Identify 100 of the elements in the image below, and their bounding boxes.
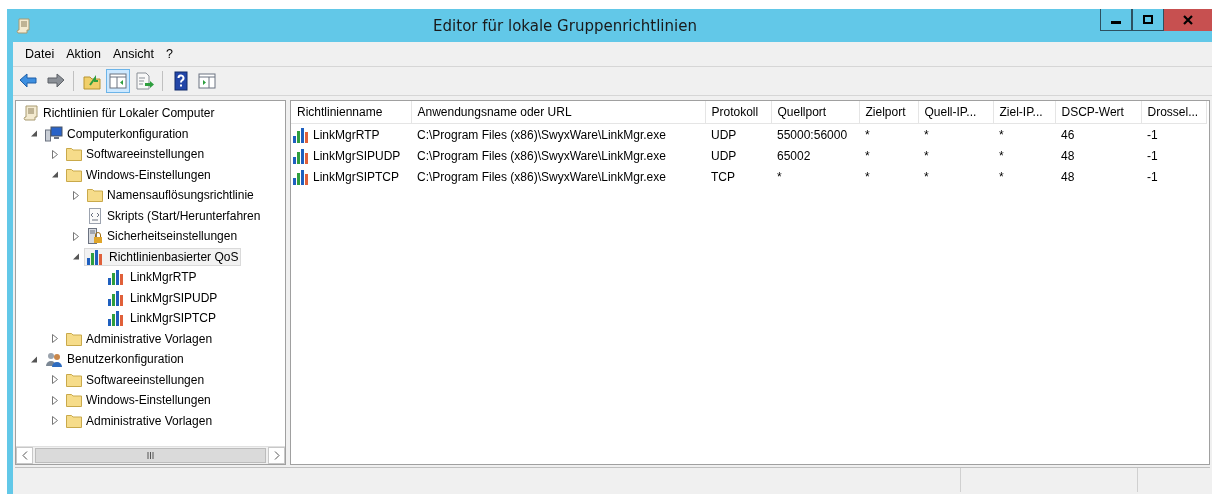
table-cell-text: C:\Program Files (x86)\SwyxWare\LinkMgr.exe [416, 168, 667, 186]
table-cell-text: * [998, 147, 1005, 165]
table-cell-text: TCP [710, 168, 736, 186]
table-cell: LinkMgrSIPTCP [313, 169, 400, 184]
users-icon [45, 351, 63, 368]
menu-item[interactable]: Ansicht [106, 45, 160, 63]
column-header[interactable]: Ziel-IP... [993, 101, 1055, 124]
folder-icon [66, 147, 82, 162]
folder-icon [66, 393, 82, 408]
collapsed-arrow-icon[interactable] [52, 416, 58, 426]
action-pane-icon [196, 70, 218, 92]
server-lock-icon [87, 228, 103, 245]
expanded-arrow-icon[interactable] [51, 171, 59, 179]
column-header[interactable]: Drossel... [1141, 101, 1206, 124]
column-header[interactable]: Quell-IP... [918, 101, 993, 124]
table-cell-text: -1 [1146, 147, 1159, 165]
table-cell-text: * [923, 147, 930, 165]
column-header[interactable]: Zielport [859, 101, 918, 124]
scrollbar-thumb[interactable] [35, 448, 266, 463]
table-cell-text: UDP [710, 147, 738, 165]
folder-icon [66, 413, 82, 428]
column-header[interactable]: Quellport [771, 101, 859, 124]
scroll-icon [16, 17, 30, 34]
tree-item[interactable]: Softwareeinstellungen [63, 145, 208, 164]
table-cell: UDP [705, 123, 771, 145]
export-list-icon [133, 70, 155, 92]
table-cell: * [918, 123, 993, 145]
close-icon [1183, 14, 1193, 25]
tree-item[interactable]: Richtlinien für Lokaler Computer [20, 104, 218, 123]
folder-icon [66, 372, 82, 387]
table-cell-text: * [864, 168, 871, 186]
computer-icon [45, 125, 63, 142]
table-cell: -1 [1141, 123, 1206, 145]
expanded-arrow-icon[interactable] [30, 130, 38, 138]
tree-item[interactable]: Administrative Vorlagen [63, 329, 216, 348]
window-title: Editor für lokale Gruppenrichtlinien [432, 16, 698, 35]
minimize-icon [1111, 21, 1121, 24]
bar-chart-icon [87, 248, 105, 265]
table-cell: 55000:56000 [771, 123, 859, 145]
chevron-left-icon [21, 451, 28, 460]
tree-item[interactable]: Computerkonfiguration [42, 124, 192, 143]
folder-icon [66, 331, 82, 346]
menu-item[interactable]: Datei [19, 45, 61, 63]
tree-item[interactable]: Softwareeinstellungen [63, 370, 208, 389]
tree-item[interactable]: Namensauflösungsrichtlinie [84, 186, 257, 205]
tree-item[interactable]: LinkMgrSIPTCP [105, 309, 220, 328]
column-header[interactable]: Richtlinienname [291, 101, 411, 124]
column-header[interactable]: DSCP-Wert [1055, 101, 1141, 124]
grip-icon [147, 452, 154, 459]
tree-item[interactable]: Windows-Einstellungen [63, 391, 214, 410]
table-cell-text: 48 [1060, 147, 1076, 165]
table-cell: * [859, 123, 918, 145]
table-cell-text: * [998, 168, 1005, 186]
pane-toggle-icon [107, 70, 129, 92]
expanded-arrow-icon[interactable] [30, 355, 38, 363]
scroll-left-button[interactable] [16, 447, 33, 464]
close-button[interactable] [1164, 9, 1212, 31]
folder-icon [87, 188, 103, 203]
menu-item[interactable]: Aktion [60, 45, 107, 63]
tree-item[interactable]: Benutzerkonfiguration [42, 350, 187, 369]
table-cell: LinkMgrSIPUDP [313, 148, 401, 163]
table-cell-text: C:\Program Files (x86)\SwyxWare\LinkMgr.exe [416, 147, 667, 165]
bar-chart-icon [108, 289, 126, 306]
scroll-icon [23, 105, 39, 122]
bar-chart-icon [293, 126, 311, 143]
tree-item[interactable]: Skripts (Start/Herunterfahren [84, 206, 264, 225]
tree-item[interactable]: Administrative Vorlagen [63, 411, 216, 430]
table-cell-text: 65002 [776, 147, 812, 165]
bar-chart-icon [108, 269, 126, 286]
maximize-button[interactable] [1132, 9, 1164, 31]
collapsed-arrow-icon[interactable] [52, 334, 58, 344]
tree-item[interactable]: LinkMgrSIPUDP [105, 288, 221, 307]
table-cell-text: * [776, 168, 783, 186]
table-cell-text: -1 [1146, 168, 1159, 186]
collapsed-arrow-icon[interactable] [73, 190, 79, 200]
collapsed-arrow-icon[interactable] [52, 149, 58, 159]
script-icon [87, 207, 103, 224]
tree-item[interactable]: Richtlinienbasierter QoS [84, 247, 242, 266]
bar-chart-icon [293, 168, 311, 185]
tree-item[interactable]: LinkMgrRTP [105, 268, 200, 287]
collapsed-arrow-icon[interactable] [52, 375, 58, 385]
table-cell-text: 48 [1060, 168, 1076, 186]
table-cell: 46 [1055, 123, 1141, 145]
tree-item[interactable]: Windows-Einstellungen [63, 165, 214, 184]
table-cell: LinkMgrRTP [313, 127, 380, 142]
collapsed-arrow-icon[interactable] [52, 395, 58, 405]
table-cell-text: * [923, 168, 930, 186]
minimize-button[interactable] [1100, 9, 1132, 31]
expanded-arrow-icon[interactable] [72, 253, 80, 261]
tree-item[interactable]: Sicherheitseinstellungen [84, 227, 241, 246]
menu-item[interactable]: ? [159, 45, 179, 63]
column-header[interactable]: Protokoll [705, 101, 771, 124]
scroll-right-button[interactable] [268, 447, 285, 464]
collapsed-arrow-icon[interactable] [73, 231, 79, 241]
table-cell: * [993, 123, 1055, 145]
column-header[interactable]: Anwendungsname oder URL [411, 101, 705, 124]
bar-chart-icon [108, 310, 126, 327]
chevron-right-icon [273, 451, 280, 460]
folder-icon [66, 167, 82, 182]
table-cell: C:\Program Files (x86)\SwyxWare\LinkMgr.exe [411, 123, 705, 145]
